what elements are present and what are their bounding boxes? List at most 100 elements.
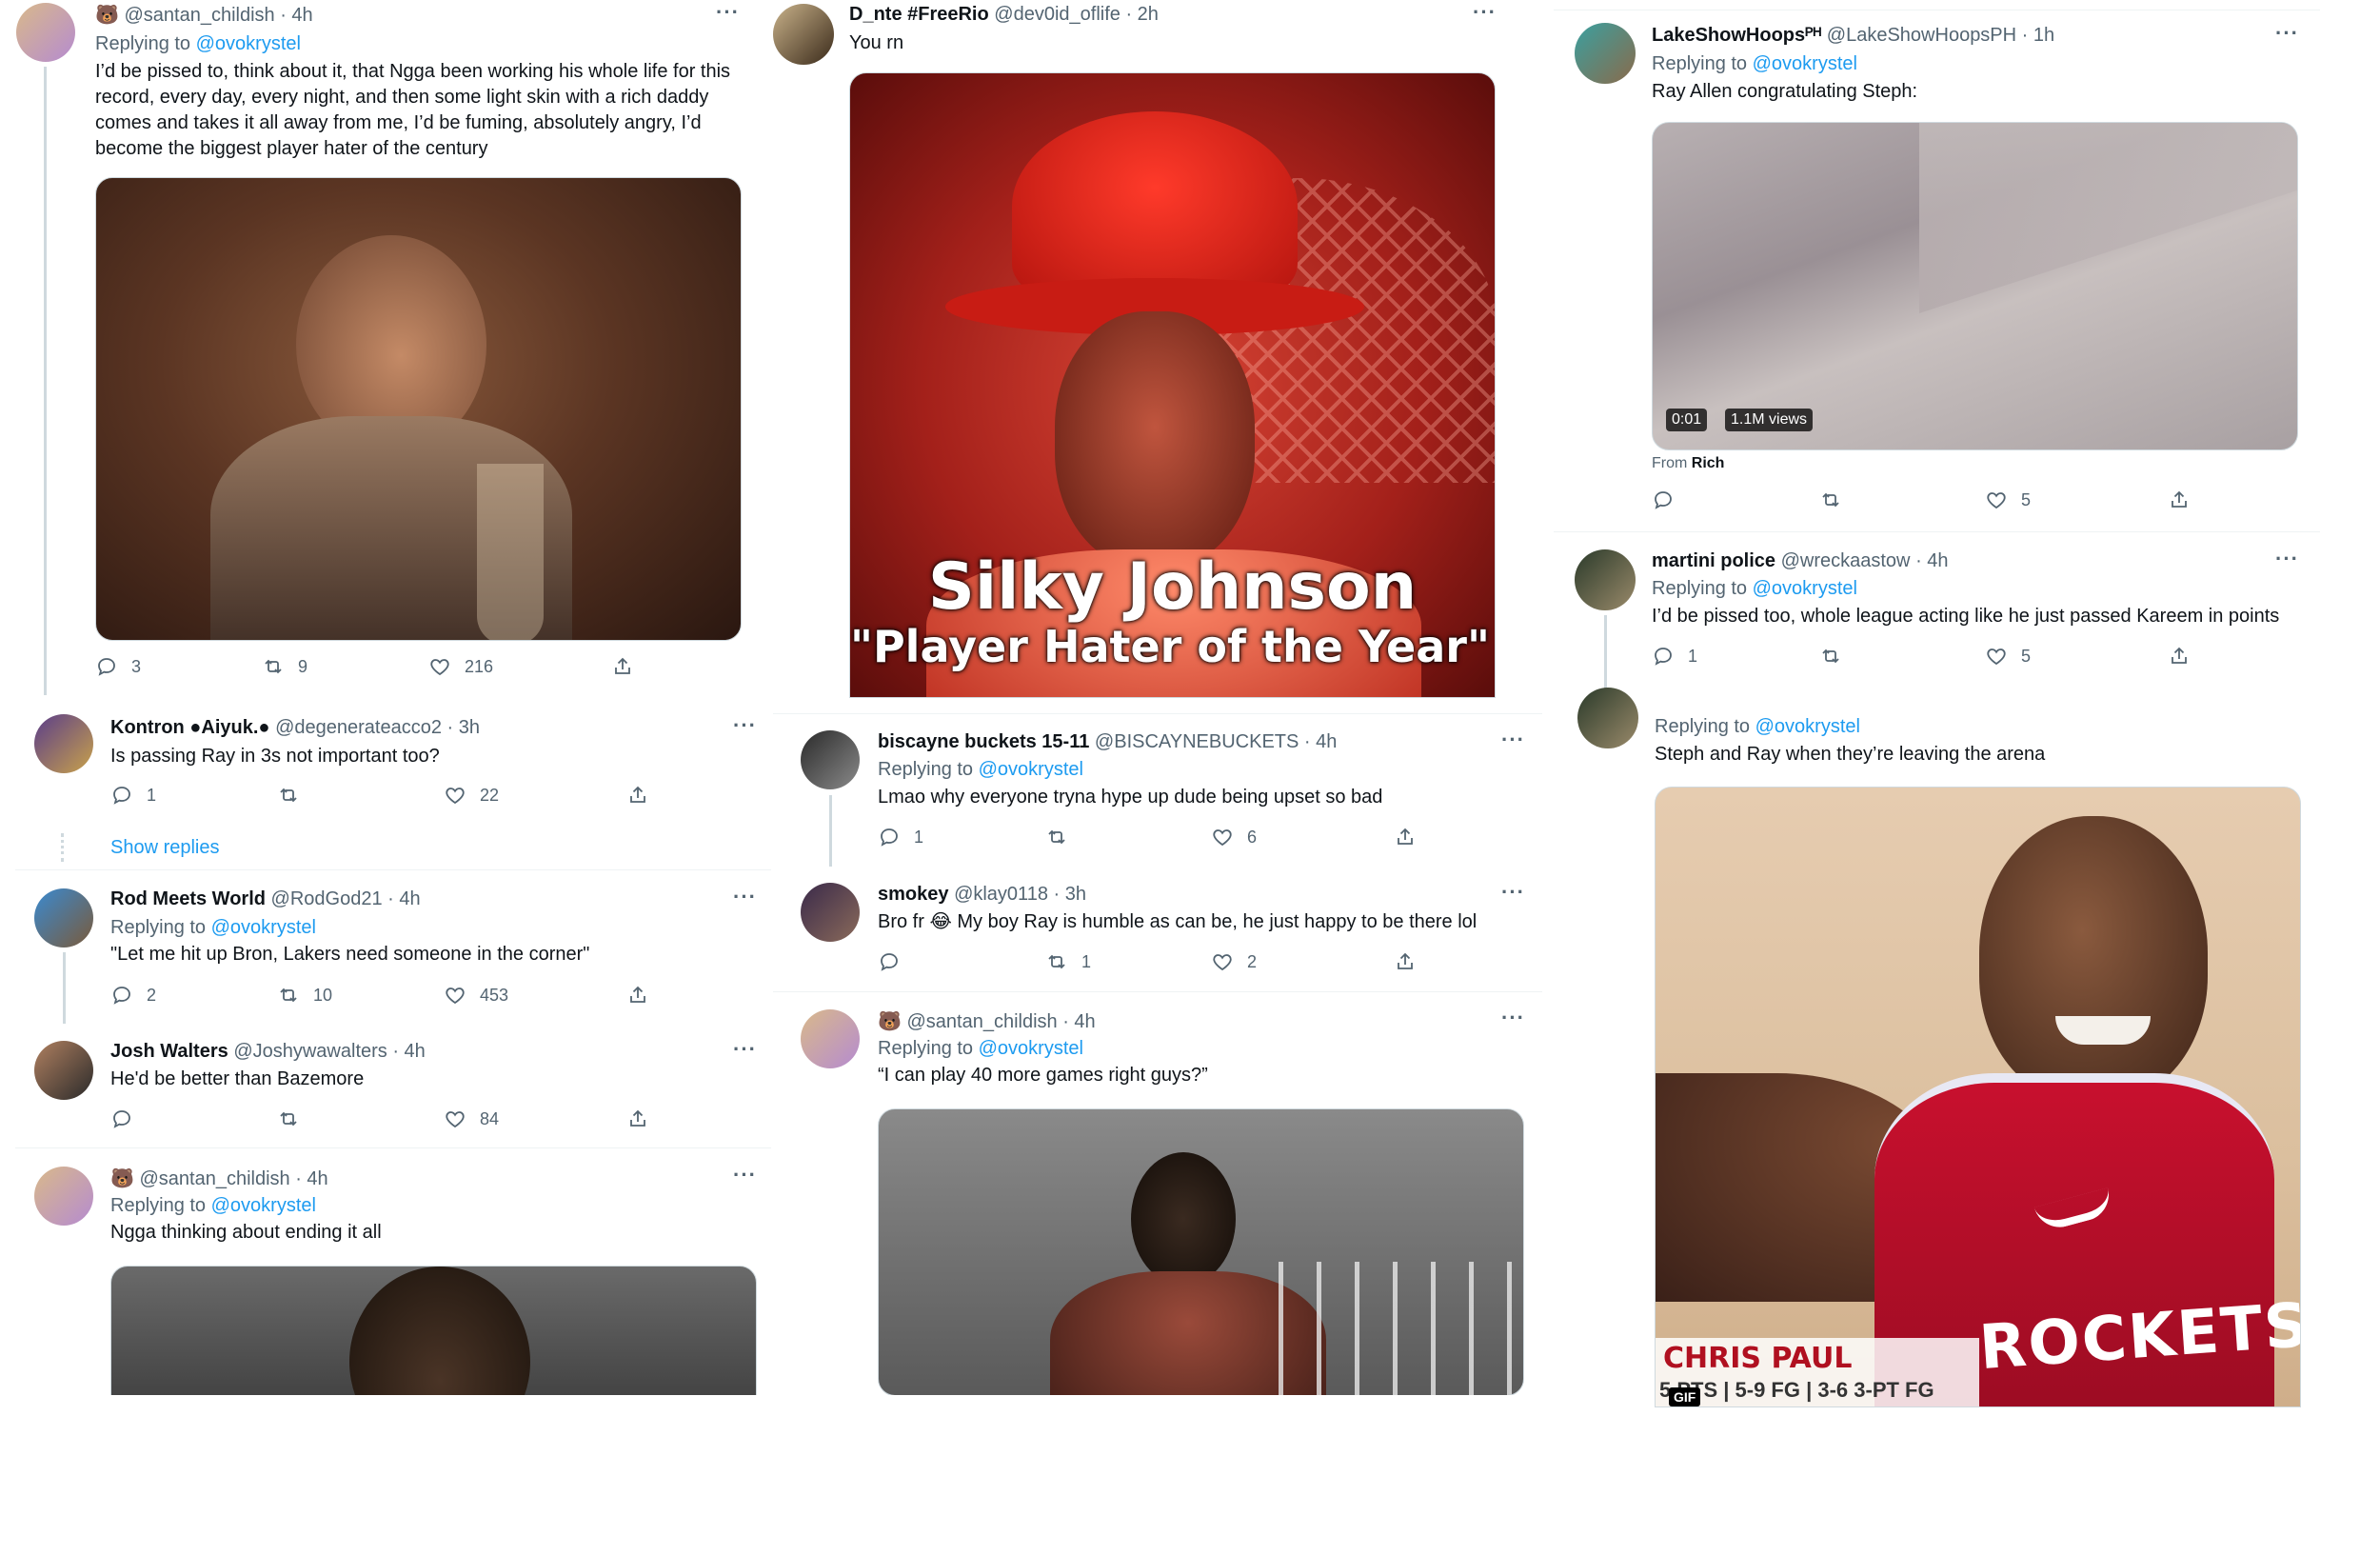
reply-button[interactable]: 3 xyxy=(95,655,141,678)
timestamp[interactable]: · 2h xyxy=(1125,4,1158,25)
mention-link[interactable]: @ovokrystel xyxy=(211,917,316,938)
user-handle[interactable]: @santan_childish xyxy=(124,5,274,26)
more-icon[interactable]: ··· xyxy=(1501,728,1525,752)
timestamp[interactable]: · 4h xyxy=(280,5,312,26)
timestamp[interactable]: · 4h xyxy=(1915,550,1948,571)
more-icon[interactable]: ··· xyxy=(2275,21,2299,46)
display-name[interactable]: smokey xyxy=(878,884,949,905)
share-button[interactable] xyxy=(1394,950,1417,973)
tweet-dnte[interactable]: D_nte #FreeRio @dev0id_oflife · 2h ··· Y… xyxy=(773,0,1542,700)
mention-link[interactable]: @ovokrystel xyxy=(979,759,1083,780)
retweet-button[interactable]: 1 xyxy=(1045,950,1091,973)
user-handle[interactable]: @BISCAYNEBUCKETS xyxy=(1095,731,1299,752)
retweet-button[interactable] xyxy=(1819,645,1855,668)
tweet-martini[interactable]: martini police @wreckaastow · 4h ··· Rep… xyxy=(1554,533,2320,695)
user-handle[interactable]: @Joshywawalters xyxy=(233,1041,387,1062)
mention-link[interactable]: @ovokrystel xyxy=(211,1195,316,1216)
avatar[interactable] xyxy=(34,888,93,948)
avatar[interactable] xyxy=(1577,688,1638,748)
share-button[interactable] xyxy=(2168,489,2191,511)
timestamp[interactable]: · 4h xyxy=(392,1041,425,1062)
display-name[interactable]: Rod Meets World xyxy=(110,888,266,909)
more-icon[interactable]: ··· xyxy=(733,885,757,909)
more-icon[interactable]: ··· xyxy=(733,1163,757,1187)
retweet-button[interactable] xyxy=(277,784,313,807)
tweet-rod[interactable]: Rod Meets World @RodGod21 · 4h ··· Reply… xyxy=(0,871,771,1024)
more-icon[interactable]: ··· xyxy=(2275,547,2299,571)
tweet-image[interactable]: Silky Johnson "Player Hater of the Year"… xyxy=(849,72,1496,698)
timestamp[interactable]: · 1h xyxy=(2022,25,2054,46)
timestamp[interactable]: · 4h xyxy=(1062,1011,1095,1032)
reply-button[interactable]: 1 xyxy=(1652,645,1697,668)
reply-button[interactable] xyxy=(110,1107,147,1130)
display-name[interactable]: LakeShowHoopsᴾᴴ xyxy=(1652,25,1821,46)
from-source[interactable]: Rich xyxy=(1692,455,1725,471)
reply-button[interactable] xyxy=(1652,489,1688,511)
avatar[interactable] xyxy=(1575,23,1636,84)
mention-link[interactable]: @ovokrystel xyxy=(979,1038,1083,1059)
user-handle[interactable]: @dev0id_oflife xyxy=(994,4,1121,25)
timestamp[interactable]: · 4h xyxy=(1304,731,1337,752)
mention-link[interactable]: @ovokrystel xyxy=(1753,578,1857,599)
avatar[interactable] xyxy=(34,1167,93,1226)
user-handle[interactable]: @LakeShowHoopsPH xyxy=(1827,25,2016,46)
share-button[interactable] xyxy=(626,784,649,807)
avatar[interactable] xyxy=(801,883,860,942)
show-replies-link[interactable]: Show replies xyxy=(110,837,220,859)
tweet-santan-2[interactable]: 🐻 @santan_childish · 4h ··· Replying to … xyxy=(0,1149,771,1395)
user-handle[interactable]: @degenerateacco2 xyxy=(275,717,442,738)
avatar[interactable] xyxy=(16,3,75,62)
reply-button[interactable] xyxy=(878,950,914,973)
avatar[interactable] xyxy=(34,714,93,773)
more-icon[interactable]: ··· xyxy=(733,1037,757,1062)
more-icon[interactable]: ··· xyxy=(1501,880,1525,905)
tweet-steph-ray[interactable]: Replying to @ovokrystel Steph and Ray wh… xyxy=(1554,688,2320,1409)
reply-button[interactable]: 1 xyxy=(878,826,923,848)
avatar[interactable] xyxy=(773,4,834,65)
avatar[interactable] xyxy=(801,730,860,789)
more-icon[interactable]: ··· xyxy=(1473,0,1497,25)
reply-button[interactable]: 2 xyxy=(110,984,156,1007)
display-name[interactable]: D_nte #FreeRio xyxy=(849,4,989,25)
like-button[interactable]: 5 xyxy=(1985,645,2031,668)
display-name[interactable]: martini police xyxy=(1652,550,1775,571)
retweet-button[interactable] xyxy=(277,1107,313,1130)
retweet-button[interactable] xyxy=(1819,489,1855,511)
more-icon[interactable]: ··· xyxy=(1501,1006,1525,1030)
tweet-image[interactable] xyxy=(110,1266,757,1395)
avatar[interactable] xyxy=(801,1009,860,1068)
timestamp[interactable]: · 3h xyxy=(1054,884,1086,905)
avatar[interactable] xyxy=(34,1041,93,1100)
like-button[interactable]: 22 xyxy=(444,784,499,807)
display-name[interactable]: biscayne buckets 15-11 xyxy=(878,731,1089,752)
tweet-santan-3[interactable]: 🐻 @santan_childish · 4h ··· Replying to … xyxy=(773,992,1542,1395)
tweet-smokey[interactable]: smokey @klay0118 · 3h ··· Bro fr 😂 My bo… xyxy=(773,867,1542,990)
display-name[interactable]: Kontron ●Aiyuk.● xyxy=(110,717,270,738)
share-button[interactable] xyxy=(626,984,649,1007)
user-handle[interactable]: @RodGod21 xyxy=(271,888,383,909)
share-button[interactable] xyxy=(626,1107,649,1130)
user-handle[interactable]: @wreckaastow xyxy=(1781,550,1911,571)
tweet-lakeshow[interactable]: LakeShowHoopsᴾᴴ @LakeShowHoopsPH · 1h ··… xyxy=(1554,11,2320,530)
like-button[interactable]: 2 xyxy=(1211,950,1257,973)
share-button[interactable] xyxy=(1394,826,1417,848)
like-button[interactable]: 5 xyxy=(1985,489,2031,511)
tweet-image[interactable] xyxy=(878,1108,1524,1395)
share-button[interactable] xyxy=(2168,645,2191,668)
tweet-image[interactable] xyxy=(95,177,742,641)
tweet-gif[interactable]: ROCKETS CHRIS PAUL 5 PTS | 5-9 FG | 3-6 … xyxy=(1655,787,2301,1407)
retweet-button[interactable]: 10 xyxy=(277,984,332,1007)
more-icon[interactable]: ··· xyxy=(716,0,740,25)
like-button[interactable]: 84 xyxy=(444,1107,499,1130)
mention-link[interactable]: @ovokrystel xyxy=(1753,53,1857,74)
share-button[interactable] xyxy=(611,655,634,678)
mention-link[interactable]: @ovokrystel xyxy=(196,33,301,54)
tweet-santan-1[interactable]: 🐻 @santan_childish · 4h ··· Replying to … xyxy=(0,0,771,700)
timestamp[interactable]: · 4h xyxy=(295,1168,327,1189)
mention-link[interactable]: @ovokrystel xyxy=(1755,716,1860,737)
tweet-josh[interactable]: Josh Walters @Joshywawalters · 4h ··· He… xyxy=(0,1024,771,1147)
user-handle[interactable]: @santan_childish xyxy=(906,1011,1057,1032)
like-button[interactable]: 453 xyxy=(444,984,508,1007)
retweet-button[interactable] xyxy=(1045,826,1081,848)
tweet-biscayne[interactable]: biscayne buckets 15-11 @BISCAYNEBUCKETS … xyxy=(773,714,1542,867)
